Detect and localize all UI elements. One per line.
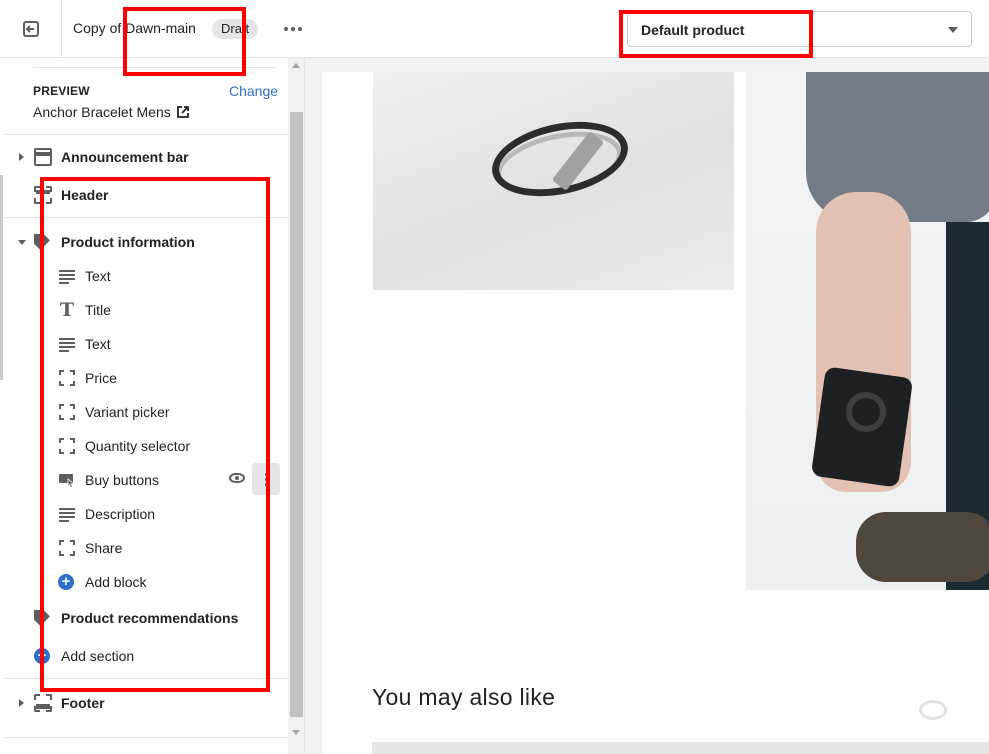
scroll-down-arrow-icon[interactable] [292,730,300,735]
external-link-icon [176,106,189,118]
camera-lens [846,392,886,432]
announcement-bar-icon [34,148,52,166]
annotation-box-sections [40,177,270,692]
annotation-box-badge [123,7,246,76]
exit-icon [22,21,39,37]
recommendations-heading: You may also like [372,684,556,710]
scroll-up-arrow-icon[interactable] [292,63,300,68]
section-label: Footer [61,695,105,711]
footer-icon [34,694,52,712]
caret-right-icon [19,699,24,707]
scrollbar-thumb[interactable] [290,112,303,717]
caret-down-icon [18,240,26,245]
divider [5,737,288,738]
model-shoe [856,512,989,582]
preview-product[interactable]: Anchor Bracelet Mens [33,104,189,120]
section-announcement-bar[interactable]: Announcement bar [0,140,288,174]
exit-button[interactable] [0,0,62,58]
preview-label: PREVIEW [33,84,90,98]
preview-product-name: Anchor Bracelet Mens [33,104,171,120]
product-image-model[interactable] [746,72,989,590]
more-actions-button[interactable] [280,18,306,40]
annotation-box-template-select [619,10,813,58]
section-label: Announcement bar [61,149,189,165]
storefront-preview: You may also like [322,72,989,754]
caret-right-icon [19,153,24,161]
chevron-down-icon [948,27,958,33]
bracelet-cord [485,110,635,208]
change-preview-link[interactable]: Change [229,83,278,99]
divider [5,134,288,135]
watermark-logo [880,700,985,750]
product-image-bracelet[interactable] [373,72,734,290]
